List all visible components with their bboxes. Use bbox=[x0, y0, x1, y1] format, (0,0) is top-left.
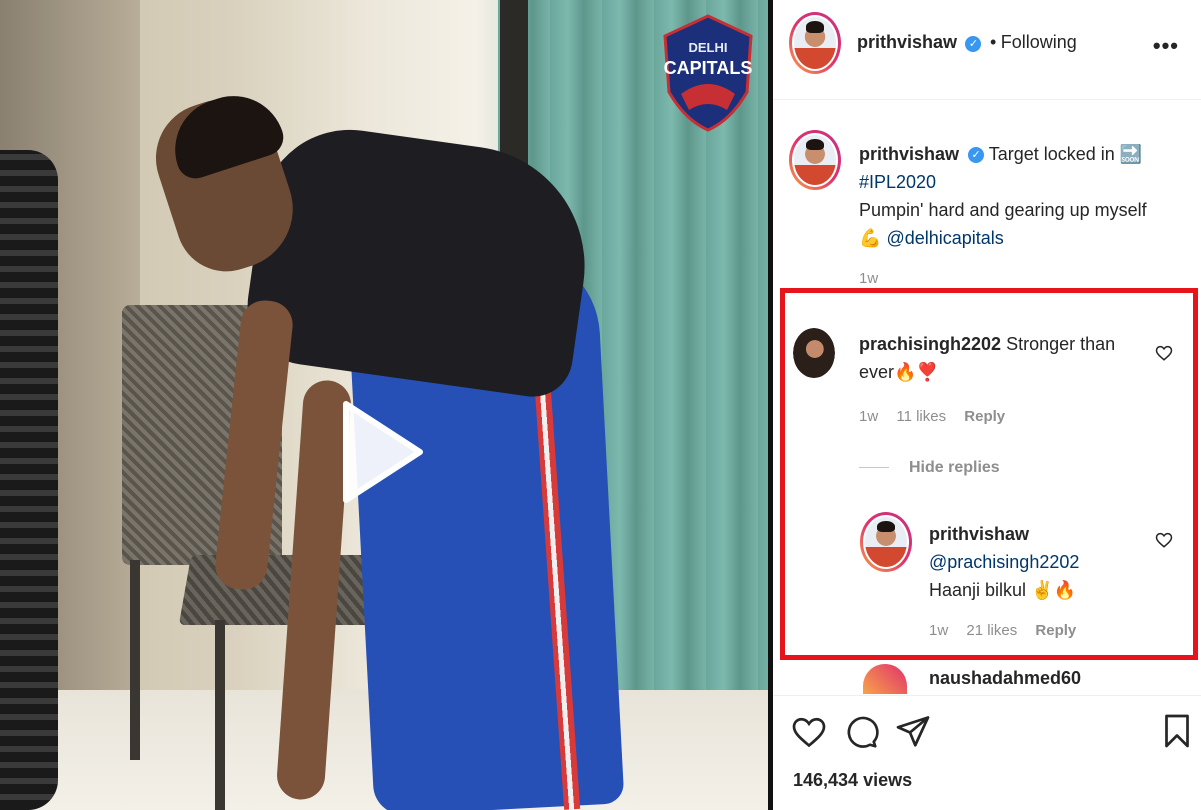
verified-icon: ✓ bbox=[968, 147, 985, 164]
hide-replies-button[interactable]: Hide replies bbox=[859, 459, 1000, 477]
reply-reply-button[interactable]: Reply bbox=[1035, 622, 1076, 639]
logo-text-line1: DELHI bbox=[689, 40, 728, 55]
bookmark-icon[interactable] bbox=[1159, 713, 1195, 749]
heart-icon[interactable] bbox=[1155, 531, 1173, 549]
caption-hashtag[interactable]: #IPL2020 bbox=[859, 172, 936, 192]
follow-separator: • bbox=[989, 32, 997, 52]
following-button[interactable]: Following bbox=[1001, 32, 1077, 52]
post-sidebar: prithvishaw ✓ • Following ••• prithvisha… bbox=[773, 0, 1201, 810]
caption-author-avatar[interactable] bbox=[789, 130, 841, 190]
caption-text: Target locked in bbox=[988, 144, 1115, 164]
reply-meta: 1w 21 likes Reply bbox=[929, 622, 1090, 639]
post-actions bbox=[773, 695, 1201, 810]
comment-reply-button[interactable]: Reply bbox=[964, 408, 1005, 425]
caption-username[interactable]: prithvishaw bbox=[859, 144, 959, 164]
comment-username[interactable]: prachisingh2202 bbox=[859, 334, 1001, 354]
comment-icon[interactable] bbox=[843, 714, 879, 750]
chair-leg bbox=[130, 560, 140, 760]
next-commenter-avatar[interactable] bbox=[863, 664, 907, 694]
header-username[interactable]: prithvishaw bbox=[857, 32, 957, 52]
chair-leg bbox=[215, 620, 225, 810]
reply-text: Haanji bilkul ✌️🔥 bbox=[929, 580, 1076, 600]
heart-icon[interactable] bbox=[791, 714, 827, 750]
comment-meta: 1w 11 likes Reply bbox=[859, 408, 1019, 425]
logo-text-line2: CAPITALS bbox=[664, 58, 753, 78]
hide-replies-label: Hide replies bbox=[909, 459, 1000, 476]
training-tire bbox=[0, 150, 58, 810]
verified-icon: ✓ bbox=[965, 35, 982, 52]
caption-time[interactable]: 1w bbox=[859, 270, 878, 287]
post-header: prithvishaw ✓ • Following ••• bbox=[773, 0, 1201, 100]
reply-body: prithvishaw @prachisingh2202 Haanji bilk… bbox=[929, 520, 1149, 604]
reply-mention[interactable]: @prachisingh2202 bbox=[929, 552, 1079, 572]
comment-likes[interactable]: 11 likes bbox=[896, 408, 946, 425]
hide-replies-line bbox=[859, 467, 889, 469]
share-icon[interactable] bbox=[895, 713, 931, 749]
post-caption: prithvishaw ✓ Target locked in 🔜 #IPL202… bbox=[859, 140, 1189, 252]
play-icon[interactable] bbox=[340, 400, 424, 504]
caption-emoji-muscle: 💪 bbox=[859, 228, 882, 248]
delhi-capitals-logo: DELHI CAPITALS bbox=[663, 14, 753, 132]
reply-time[interactable]: 1w bbox=[929, 622, 948, 639]
comment-body: prachisingh2202 Stronger than ever🔥❣️ bbox=[859, 330, 1139, 386]
next-comment: naushadahmed60 bbox=[929, 664, 1081, 692]
next-comment-username[interactable]: naushadahmed60 bbox=[929, 668, 1081, 688]
header-user-row: prithvishaw ✓ • Following bbox=[857, 32, 1077, 53]
reply-likes[interactable]: 21 likes bbox=[966, 622, 1017, 639]
reply-author-avatar[interactable] bbox=[860, 512, 912, 572]
caption-emoji: 🔜 bbox=[1119, 144, 1143, 164]
view-count[interactable]: 146,434 views bbox=[793, 770, 912, 791]
more-icon[interactable]: ••• bbox=[1153, 33, 1179, 59]
reply-username[interactable]: prithvishaw bbox=[929, 524, 1029, 544]
post-video[interactable]: DELHI CAPITALS bbox=[0, 0, 768, 810]
commenter-avatar[interactable] bbox=[793, 328, 835, 378]
caption-line2: Pumpin' hard and gearing up myself bbox=[859, 200, 1147, 220]
author-avatar[interactable] bbox=[789, 12, 841, 74]
heart-icon[interactable] bbox=[1155, 344, 1173, 362]
comment-time[interactable]: 1w bbox=[859, 408, 878, 425]
caption-mention[interactable]: @delhicapitals bbox=[886, 228, 1003, 248]
